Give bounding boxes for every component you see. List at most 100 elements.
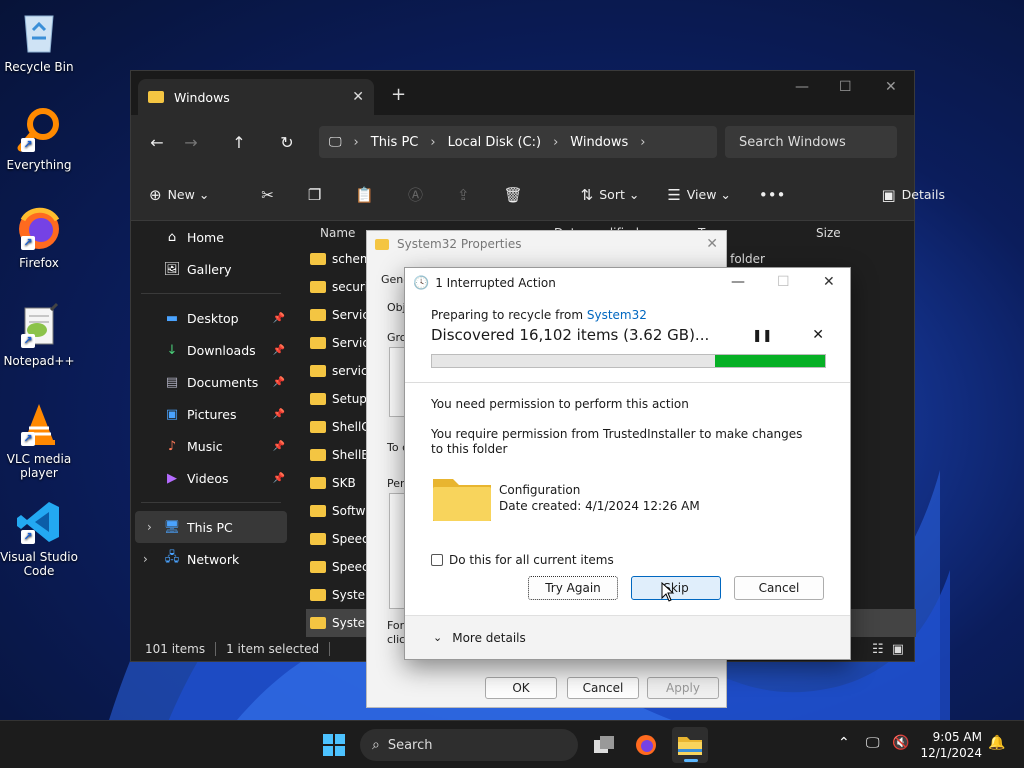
delete-button[interactable]: 🗑	[504, 186, 529, 204]
clock-icon: 🕓	[413, 275, 430, 291]
desktop-icon-firefox[interactable]: ↗ Firefox	[0, 204, 78, 270]
mouse-cursor-icon	[661, 582, 675, 602]
folder-icon	[310, 281, 326, 293]
cancel-operation-icon[interactable]: ✕	[812, 327, 824, 343]
taskbar-file-explorer[interactable]	[672, 727, 708, 763]
desktop-icon-vlc[interactable]: ↗ VLC media player	[0, 400, 78, 480]
sidebar-item-desktop[interactable]: ▬ Desktop 📌	[131, 302, 291, 334]
view-button[interactable]: ☰ View ⌄	[667, 186, 731, 204]
close-icon[interactable]: ✕	[706, 236, 718, 252]
maximize-icon[interactable]: ☐	[777, 274, 790, 290]
new-button[interactable]: ⊕ New ⌄	[149, 186, 209, 204]
trash-icon: 🗑	[503, 185, 523, 204]
notification-bell-icon[interactable]: 🔔	[988, 735, 1005, 751]
cancel-button[interactable]: Cancel	[734, 576, 824, 600]
sidebar-item-gallery[interactable]: 🖼 Gallery	[131, 253, 291, 285]
chevron-down-icon: ⌄	[433, 631, 443, 644]
tiles-view-icon[interactable]: ▣	[892, 642, 904, 657]
forward-icon[interactable]: →	[167, 133, 215, 152]
chevron-right-icon[interactable]: ›	[143, 552, 148, 566]
permission-detail: You require permission from TrustedInsta…	[431, 427, 803, 456]
vscode-icon: ↗	[15, 498, 63, 546]
sidebar-item-documents[interactable]: ▤ Documents 📌	[131, 366, 291, 398]
minimize-icon[interactable]: —	[795, 79, 809, 95]
folder-icon	[310, 337, 326, 349]
sidebar-item-downloads[interactable]: ↓ Downloads 📌	[131, 334, 291, 366]
minimize-icon[interactable]: —	[731, 274, 745, 290]
more-options-button[interactable]: •••	[759, 186, 792, 204]
download-icon: ↓	[166, 342, 178, 358]
sidebar-item-network[interactable]: › 🖧 Network	[131, 543, 291, 575]
folder-icon	[310, 449, 326, 461]
pin-icon: 📌	[272, 312, 285, 324]
sidebar-item-pictures[interactable]: ▣ Pictures 📌	[131, 398, 291, 430]
paste-button[interactable]: 📋	[355, 186, 380, 204]
new-tab-icon[interactable]: +	[391, 84, 406, 105]
taskbar-search[interactable]: ⌕ Search	[360, 729, 578, 761]
folder-icon	[310, 561, 326, 573]
interrupted-action-dialog[interactable]: 🕓 1 Interrupted Action — ☐ ✕ Preparing t…	[404, 267, 851, 660]
address-bar[interactable]: 🖵 › This PC › Local Disk (C:) › Windows …	[319, 126, 717, 158]
sidebar-item-home[interactable]: ⌂ Home	[131, 221, 291, 253]
maximize-icon[interactable]: ☐	[839, 79, 852, 95]
desktop-icon-everything[interactable]: ↗ Everything	[0, 106, 78, 172]
chevron-right-icon[interactable]: ›	[147, 520, 152, 534]
breadcrumb-local-disk[interactable]: Local Disk (C:)	[448, 135, 541, 150]
close-icon[interactable]: ✕	[823, 274, 835, 290]
share-button[interactable]: ⇪	[457, 186, 476, 204]
clock-date: 12/1/2024	[920, 746, 982, 760]
start-button[interactable]	[316, 727, 352, 763]
discovered-text: Discovered 16,102 items (3.62 GB)...	[431, 326, 710, 344]
breadcrumb-this-pc[interactable]: This PC	[371, 135, 419, 150]
sidebar-item-this-pc[interactable]: › 🖥 This PC	[135, 511, 287, 543]
chevron-up-icon[interactable]: ⌃	[838, 735, 850, 751]
more-details-toggle[interactable]: ⌄ More details	[405, 615, 850, 659]
volume-muted-icon[interactable]: 🔇	[892, 735, 909, 751]
network-icon[interactable]: 🖵	[866, 735, 880, 751]
recycle-bin-icon	[15, 8, 63, 56]
details-view-icon[interactable]: ☷	[872, 642, 884, 657]
folder-icon	[310, 505, 326, 517]
breadcrumb-windows[interactable]: Windows	[570, 135, 628, 150]
system-clock[interactable]: 9:05 AM 12/1/2024	[920, 729, 982, 761]
sidebar-item-music[interactable]: ♪ Music 📌	[131, 430, 291, 462]
clock-time: 9:05 AM	[932, 730, 982, 744]
tab-windows[interactable]: Windows ✕	[138, 79, 374, 115]
try-again-button[interactable]: Try Again	[528, 576, 618, 600]
pause-icon[interactable]: ❚❚	[752, 328, 772, 342]
progress-bar	[431, 354, 826, 368]
apply-button[interactable]: Apply	[647, 677, 719, 699]
skip-button[interactable]: Skip	[631, 576, 721, 600]
copy-button[interactable]: ❐	[308, 186, 327, 204]
desktop-icon-notepadpp[interactable]: ↗ Notepad++	[0, 302, 78, 368]
address-row: ← → ↑ ↻ 🖵 › This PC › Local Disk (C:) › …	[131, 115, 914, 169]
cut-button[interactable]: ✂	[261, 186, 280, 204]
taskbar-firefox[interactable]	[628, 727, 664, 763]
folder-icon	[310, 421, 326, 433]
details-icon: ▣	[881, 185, 896, 204]
back-icon[interactable]: ←	[147, 133, 167, 152]
desktop-icon-recycle-bin[interactable]: Recycle Bin	[0, 8, 78, 74]
sort-button[interactable]: ⇅ Sort ⌄	[581, 186, 640, 204]
folder-icon	[310, 309, 326, 321]
view-icon: ☰	[667, 185, 681, 204]
plus-circle-icon: ⊕	[149, 185, 162, 204]
task-view-button[interactable]	[586, 727, 622, 763]
properties-cancel-button[interactable]: Cancel	[567, 677, 639, 699]
search-input[interactable]: Search Windows	[725, 126, 897, 158]
everything-icon: ↗	[15, 106, 63, 154]
ok-button[interactable]: OK	[485, 677, 557, 699]
sidebar-item-videos[interactable]: ▶ Videos 📌	[131, 462, 291, 494]
refresh-icon[interactable]: ↻	[263, 133, 311, 152]
computer-icon: 🖥	[163, 519, 181, 535]
rename-button[interactable]: Ⓐ	[408, 184, 429, 205]
up-icon[interactable]: ↑	[215, 133, 263, 152]
pin-icon: 📌	[272, 440, 285, 452]
close-window-icon[interactable]: ✕	[885, 79, 897, 95]
apply-to-all-checkbox[interactable]	[431, 554, 443, 566]
desktop-icon-vscode[interactable]: ↗ Visual Studio Code	[0, 498, 78, 578]
details-pane-button[interactable]: ▣ Details	[881, 186, 945, 204]
column-size[interactable]: Size	[816, 226, 841, 240]
source-link[interactable]: System32	[587, 308, 647, 322]
close-tab-icon[interactable]: ✕	[352, 89, 364, 105]
